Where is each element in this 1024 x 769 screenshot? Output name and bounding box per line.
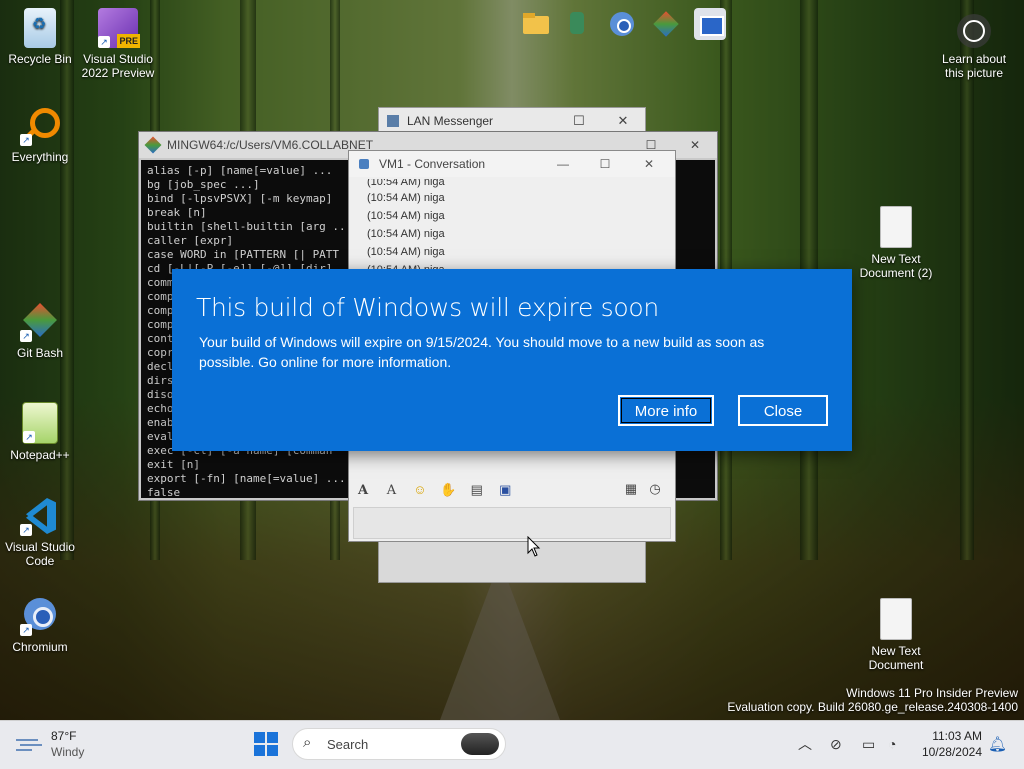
vscode-icon: ↗ [20, 496, 60, 536]
notepad-icon: ↗ [22, 402, 58, 444]
clock-date[interactable]: 10/28/2024 [918, 745, 982, 759]
clipboard-icon[interactable]: ▦ [621, 481, 641, 499]
desktop-icon-label: Learn about this picture [941, 52, 1007, 80]
terminal-taskbar-icon[interactable] [694, 8, 726, 40]
message-input[interactable] [353, 507, 671, 539]
display-icon[interactable]: ▭ [862, 736, 875, 753]
git-icon [144, 136, 162, 154]
nudge-icon[interactable]: ✋ [438, 482, 458, 500]
conversation-titlebar[interactable]: VM1 - Conversation — ☐ ✕ [349, 151, 675, 177]
font-icon[interactable]: A [353, 483, 373, 501]
desktop-icon-label: Git Bash [16, 346, 64, 360]
search-placeholder: Search [327, 737, 369, 752]
shortcut-arrow-icon: ↗ [20, 330, 32, 342]
chromium-icon: ↗ [20, 596, 60, 636]
desktop-icon-new-text-document[interactable]: New Text Document [856, 598, 936, 672]
desktop-icon-label: Visual Studio 2022 Preview [81, 52, 155, 80]
chat-message: (10:54 AM) niga [367, 228, 445, 240]
search-highlight-icon [461, 733, 499, 755]
shortcut-arrow-icon: ↗ [20, 134, 32, 146]
file-explorer-icon[interactable] [520, 8, 552, 40]
messenger-icon [359, 159, 369, 169]
shortcut-arrow-icon: ↗ [98, 36, 110, 48]
search-icon: ⌕ [303, 734, 312, 751]
desktop-icon-notepad-plus-plus[interactable]: ↗ Notepad++ [0, 402, 80, 462]
lan-messenger-taskbar-icon[interactable] [562, 8, 594, 40]
text-document-icon [880, 598, 912, 640]
conversation-toolbar: A A ☺ ✋ ▤ ▣ ◷ ▦ [353, 481, 669, 503]
window-title: MINGW64:/c/Users/VM6.COLLABNET [167, 138, 374, 152]
weather-description[interactable]: Windy [51, 745, 84, 759]
send-file-icon[interactable]: ▤ [467, 482, 487, 500]
taskbar-search-box[interactable]: ⌕ Search [292, 728, 506, 760]
start-windows-icon[interactable] [254, 732, 278, 756]
weather-temperature[interactable]: 87°F [51, 729, 76, 743]
desktop-icon-chromium[interactable]: ↗ Chromium [0, 596, 80, 654]
recycle-bin-icon: ♻ [24, 8, 56, 48]
chat-message: (10:54 AM) niga [367, 246, 445, 258]
preview-badge: PRE [117, 34, 140, 48]
desktop-icon-label: Recycle Bin [8, 52, 72, 66]
clock-time[interactable]: 11:03 AM [918, 729, 982, 743]
lan-messenger-icon [387, 115, 399, 127]
close-button[interactable]: Close [738, 395, 828, 426]
evaluation-watermark: Windows 11 Pro Insider Preview Evaluatio… [727, 686, 1018, 714]
desktop-icon-visual-studio-preview[interactable]: ↗ PRE Visual Studio 2022 Preview [78, 8, 158, 80]
desktop-icon-label: New Text Document (2) [859, 252, 933, 280]
save-icon[interactable]: ▣ [495, 482, 515, 500]
desktop-icon-label: Visual Studio Code [5, 540, 75, 568]
font-color-icon[interactable]: A [381, 483, 401, 501]
desktop-icon-label: Everything [11, 150, 69, 164]
dialog-title: This build of Windows will expire soon [196, 293, 659, 322]
camera-icon [957, 14, 991, 48]
close-button[interactable]: ✕ [629, 151, 669, 177]
chat-message: (10:54 AM) niga [367, 192, 445, 204]
desktop-icon-git-bash[interactable]: ↗ Git Bash [0, 302, 80, 360]
watermark-line: Evaluation copy. Build 26080.ge_release.… [727, 700, 1018, 714]
weather-wind-icon[interactable] [16, 735, 44, 753]
window-title: VM1 - Conversation [379, 157, 486, 171]
window-title: LAN Messenger [407, 114, 494, 128]
notification-bell-icon[interactable]: 🔔︎ [988, 735, 1007, 753]
volume-icon[interactable]: ◔ [888, 736, 896, 752]
close-button[interactable]: ✕ [675, 132, 715, 158]
watermark-line: Windows 11 Pro Insider Preview [846, 686, 1018, 700]
shortcut-arrow-icon: ↗ [20, 624, 32, 636]
shortcut-arrow-icon: ↗ [20, 524, 32, 536]
desktop-icon-label: New Text Document [868, 644, 924, 672]
desktop-icon-label: Chromium [12, 640, 68, 654]
search-magnifier-icon: ↗ [20, 106, 60, 146]
desktop-icon-new-text-document-2[interactable]: New Text Document (2) [856, 206, 936, 280]
desktop-icon-everything[interactable]: ↗ Everything [0, 106, 80, 164]
network-disconnected-icon[interactable]: ⊘ [830, 736, 842, 753]
show-hidden-icons-chevron-icon[interactable]: ︿ [798, 734, 812, 754]
history-icon[interactable]: ◷ [645, 481, 665, 499]
desktop-icon-recycle-bin[interactable]: ♻ Recycle Bin [0, 8, 80, 66]
git-icon: ↗ [20, 302, 60, 342]
desktop-icon-learn-about-picture[interactable]: Learn about this picture [934, 14, 1014, 80]
minimize-button[interactable]: — [543, 151, 583, 177]
maximize-button[interactable]: ☐ [585, 151, 625, 177]
desktop-icon-label: Notepad++ [10, 448, 70, 462]
chat-message: (10:54 AM) niga [367, 179, 445, 188]
mouse-cursor-icon [527, 536, 541, 557]
chat-message: (10:54 AM) niga [367, 210, 445, 222]
more-info-button[interactable]: More info [618, 395, 714, 426]
build-expiry-dialog: This build of Windows will expire soon Y… [172, 269, 852, 451]
visual-studio-icon: ↗ PRE [98, 8, 140, 48]
shortcut-arrow-icon: ↗ [23, 431, 35, 443]
desktop-icon-vscode[interactable]: ↗ Visual Studio Code [0, 496, 80, 568]
dialog-message: Your build of Windows will expire on 9/1… [199, 334, 765, 370]
chromium-taskbar-icon[interactable] [606, 8, 638, 40]
git-bash-taskbar-icon[interactable] [650, 8, 682, 40]
emoticon-icon[interactable]: ☺ [410, 482, 430, 500]
message-history[interactable]: (10:54 AM) niga (10:54 AM) niga (10:54 A… [357, 179, 657, 276]
text-document-icon [880, 206, 912, 248]
